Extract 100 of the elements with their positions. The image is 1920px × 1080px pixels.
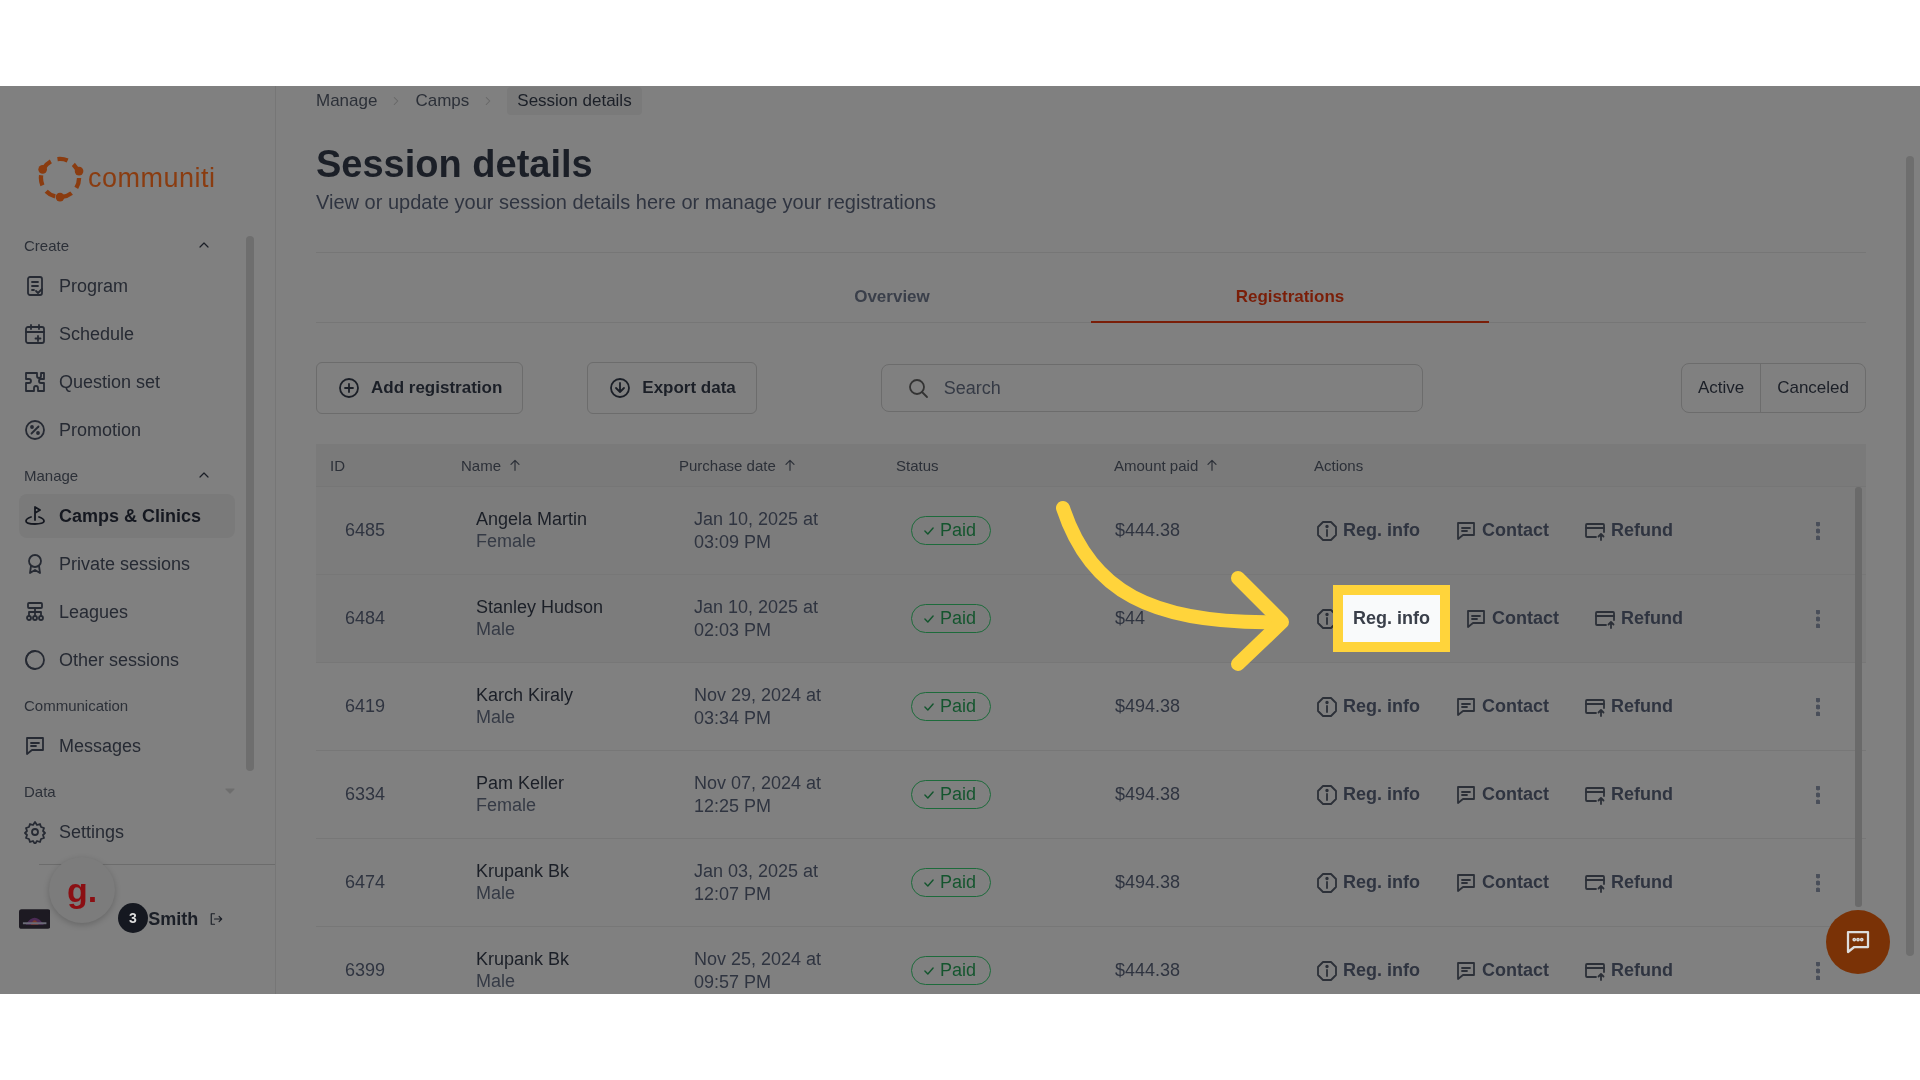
sort-arrow-icon bbox=[507, 457, 523, 473]
download-icon bbox=[608, 376, 633, 400]
action-link[interactable]: Reg. info bbox=[1343, 696, 1420, 717]
action-link[interactable]: Contact bbox=[1482, 872, 1549, 893]
gender-text: Female bbox=[476, 531, 538, 552]
action-link[interactable]: Reg. info bbox=[1343, 520, 1420, 541]
nav-item[interactable]: Leagues bbox=[19, 590, 235, 634]
table-cell-text: $444.38 bbox=[1114, 520, 1182, 541]
action-link[interactable]: Refund bbox=[1611, 520, 1673, 541]
person-name: Krupank Bk bbox=[476, 861, 571, 882]
info-icon bbox=[1315, 694, 1339, 719]
percent-icon bbox=[23, 418, 47, 442]
action-link[interactable]: Reg. info bbox=[1343, 960, 1420, 981]
notification-badge: 3 bbox=[118, 903, 148, 933]
filter-button[interactable]: Canceled bbox=[1760, 364, 1865, 412]
person-name: Krupank Bk bbox=[476, 949, 571, 970]
nav-item[interactable]: Schedule bbox=[19, 312, 235, 356]
nav-item[interactable]: Promotion bbox=[19, 408, 235, 452]
column-header[interactable]: Name bbox=[461, 456, 501, 474]
table-cell-text: 6485 bbox=[344, 520, 387, 541]
column-header: ID bbox=[330, 456, 345, 474]
nav-item[interactable]: Camps & Clinics bbox=[19, 494, 235, 538]
person-name: Angela Martin bbox=[476, 509, 589, 530]
hierarchy-icon bbox=[23, 600, 47, 624]
action-link[interactable]: Reg. info bbox=[1343, 872, 1420, 893]
action-link[interactable]: Reg. info bbox=[1343, 784, 1420, 805]
person-name: Stanley Hudson bbox=[476, 597, 605, 618]
plus-circle-icon bbox=[337, 376, 361, 400]
table-cell-text: $444.38 bbox=[1114, 960, 1182, 981]
info-icon bbox=[1315, 958, 1339, 983]
table-cell-text: 6399 bbox=[344, 960, 387, 981]
action-link[interactable]: Contact bbox=[1492, 608, 1559, 629]
section-label: Communication bbox=[23, 696, 129, 714]
table-cell-text: Jan 10, 2025 at 02:03 PM bbox=[693, 595, 820, 642]
more-icon[interactable] bbox=[1816, 785, 1820, 804]
table-cell-text: 6484 bbox=[344, 608, 387, 629]
action-link[interactable]: Refund bbox=[1611, 960, 1673, 981]
info-icon bbox=[1315, 870, 1339, 895]
toolbar-button[interactable]: Add registration bbox=[316, 362, 524, 414]
action-link[interactable]: Refund bbox=[1611, 872, 1673, 893]
nav-item[interactable]: Messages bbox=[19, 724, 235, 768]
gender-text: Male bbox=[476, 619, 516, 640]
breadcrumb-link[interactable]: Session details bbox=[507, 87, 642, 115]
more-icon[interactable] bbox=[1816, 521, 1820, 540]
action-link[interactable]: Contact bbox=[1482, 520, 1549, 541]
tab[interactable]: Registrations bbox=[1091, 281, 1489, 323]
section-label: Data bbox=[23, 782, 56, 800]
table-cell-text: 6474 bbox=[344, 872, 387, 893]
puzzle-icon bbox=[23, 370, 47, 394]
breadcrumb-link[interactable]: Manage bbox=[316, 91, 378, 111]
filter-button[interactable]: Active bbox=[1681, 364, 1761, 412]
user-name: Smith bbox=[148, 908, 199, 930]
info-icon bbox=[1315, 782, 1339, 807]
column-header: Actions bbox=[1314, 456, 1364, 474]
more-icon[interactable] bbox=[1816, 873, 1820, 892]
gender-text: Female bbox=[476, 795, 538, 816]
nav-item[interactable]: Question set bbox=[19, 360, 235, 404]
gender-text: Male bbox=[476, 883, 516, 904]
action-link[interactable]: Contact bbox=[1482, 784, 1549, 805]
logo-text: communiti bbox=[88, 162, 216, 194]
nav-item[interactable]: Private sessions bbox=[19, 542, 235, 586]
assistant-button[interactable]: g. bbox=[49, 857, 115, 923]
section-label: Create bbox=[23, 236, 70, 254]
column-header[interactable]: Purchase date bbox=[679, 456, 776, 474]
action-link[interactable]: Refund bbox=[1611, 784, 1673, 805]
tab[interactable]: Overview bbox=[693, 281, 1091, 323]
more-icon[interactable] bbox=[1816, 609, 1820, 628]
settings-icon bbox=[23, 820, 47, 844]
more-icon[interactable] bbox=[1816, 697, 1820, 716]
nav-item[interactable]: Settings bbox=[19, 810, 235, 854]
calendar-icon bbox=[23, 322, 47, 346]
gender-text: Male bbox=[476, 707, 516, 728]
breadcrumb-link[interactable]: Camps bbox=[415, 91, 470, 111]
section-label: Manage bbox=[23, 466, 79, 484]
nav-item[interactable]: Program bbox=[19, 264, 235, 308]
message-icon bbox=[23, 734, 47, 758]
table-cell-text: $44 bbox=[1114, 608, 1147, 629]
action-link[interactable]: Refund bbox=[1611, 696, 1673, 717]
table-cell-text: Nov 07, 2024 at 12:25 PM bbox=[693, 771, 823, 818]
table-cell-text: $494.38 bbox=[1114, 696, 1182, 717]
toolbar-button[interactable]: Export data bbox=[587, 362, 757, 414]
person-name: Pam Keller bbox=[476, 773, 566, 794]
info-icon bbox=[1315, 518, 1339, 543]
nav-item[interactable]: Other sessions bbox=[19, 638, 235, 682]
action-link[interactable]: Contact bbox=[1482, 960, 1549, 981]
gender-text: Male bbox=[476, 971, 516, 992]
page-title: Session details bbox=[316, 142, 594, 187]
column-header: Status bbox=[896, 456, 939, 474]
action-link[interactable]: Refund bbox=[1621, 608, 1683, 629]
table-cell-text: Nov 29, 2024 at 03:34 PM bbox=[693, 683, 823, 730]
column-header[interactable]: Amount paid bbox=[1114, 456, 1199, 474]
search-field[interactable]: Search bbox=[880, 364, 1423, 412]
action-link[interactable]: Reg. info bbox=[1333, 585, 1450, 652]
table-cell-text: Jan 10, 2025 at 03:09 PM bbox=[693, 507, 820, 554]
more-icon[interactable] bbox=[1816, 961, 1820, 980]
table-cell-text: $494.38 bbox=[1114, 784, 1182, 805]
search-input[interactable]: Search bbox=[943, 368, 1398, 408]
page-subtitle: View or update your session details here or manage your registrations bbox=[316, 191, 937, 214]
action-link[interactable]: Contact bbox=[1482, 696, 1549, 717]
table-cell-text: Jan 03, 2025 at 12:07 PM bbox=[693, 859, 820, 906]
